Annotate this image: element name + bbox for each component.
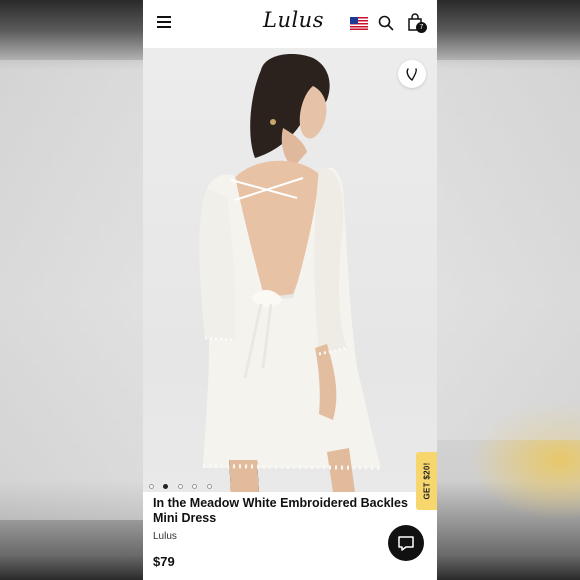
promo-tab[interactable]: GET $20!	[416, 452, 437, 510]
product-price: $79	[153, 554, 175, 569]
cart-count-badge: 7	[416, 22, 427, 33]
product-image[interactable]	[143, 48, 437, 492]
hamburger-menu-icon[interactable]	[157, 16, 171, 28]
phone-screen: Lulus 7 GET $20! In the Meadow White Emb…	[143, 0, 437, 580]
background-right	[437, 60, 580, 440]
carousel-dot[interactable]	[177, 484, 183, 489]
product-title-line2: Mini Dress	[153, 511, 217, 525]
carousel-dot[interactable]	[149, 484, 154, 489]
site-header: Lulus 7	[143, 0, 437, 48]
product-brand[interactable]: Lulus	[153, 531, 177, 542]
us-flag-icon[interactable]	[350, 17, 368, 30]
promo-label: GET $20!	[422, 462, 431, 500]
carousel-dot[interactable]	[206, 484, 212, 489]
product-title-line1: In the Meadow White Embroidered Backles	[153, 496, 408, 510]
search-icon[interactable]	[378, 15, 394, 31]
carousel-dots	[149, 476, 217, 489]
chat-button[interactable]	[388, 525, 424, 561]
favorite-button[interactable]	[398, 60, 426, 88]
heart-icon	[406, 68, 417, 82]
model-photo	[199, 54, 382, 492]
background-left	[0, 60, 143, 520]
site-logo[interactable]: Lulus	[263, 8, 324, 32]
chat-bubble-icon	[398, 536, 414, 551]
product-title: In the Meadow White Embroidered Backles …	[153, 496, 418, 526]
